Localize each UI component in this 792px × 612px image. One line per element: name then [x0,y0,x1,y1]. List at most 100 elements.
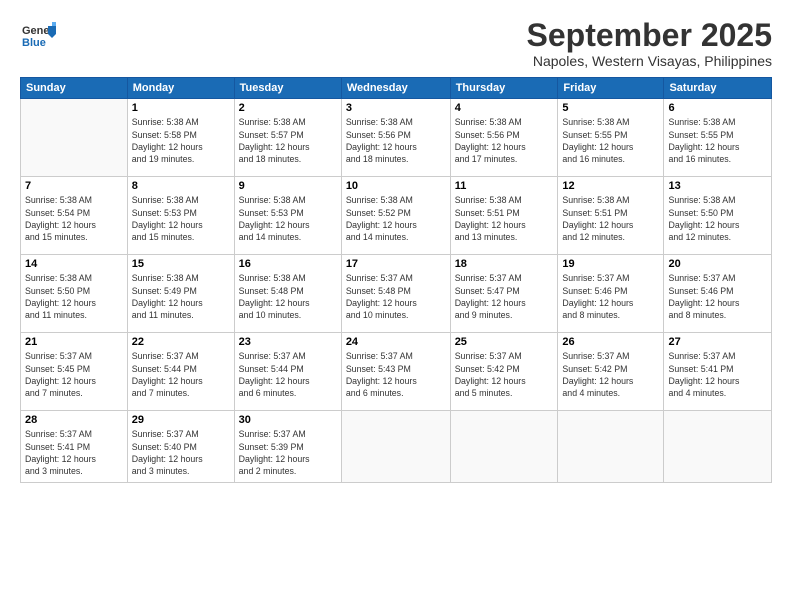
day-number: 26 [562,336,659,348]
day-info: Sunrise: 5:38 AM Sunset: 5:53 PM Dayligh… [132,194,230,243]
day-info: Sunrise: 5:38 AM Sunset: 5:50 PM Dayligh… [25,272,123,321]
day-cell [450,411,558,483]
day-number: 15 [132,258,230,270]
week-row-1: 1Sunrise: 5:38 AM Sunset: 5:58 PM Daylig… [21,99,772,177]
day-number: 18 [455,258,554,270]
day-cell: 15 Sunrise: 5:38 AM Sunset: 5:49 PM Dayli… [127,255,234,333]
day-cell: 17 Sunrise: 5:37 AM Sunset: 5:48 PM Dayli… [341,255,450,333]
day-number: 30 [239,414,337,426]
col-monday: Monday [127,78,234,99]
day-number: 5 [562,102,659,114]
day-cell: 30 Sunrise: 5:37 AM Sunset: 5:39 PM Dayli… [234,411,341,483]
week-row-5: 28 Sunrise: 5:37 AM Sunset: 5:41 PM Dayli… [21,411,772,483]
day-info: Sunrise: 5:38 AM Sunset: 5:53 PM Dayligh… [239,194,337,243]
day-cell: 21 Sunrise: 5:37 AM Sunset: 5:45 PM Dayli… [21,333,128,411]
day-cell: 8Sunrise: 5:38 AM Sunset: 5:53 PM Daylig… [127,177,234,255]
day-info: Sunrise: 5:37 AM Sunset: 5:40 PM Dayligh… [132,428,230,477]
day-cell: 5 Sunrise: 5:38 AM Sunset: 5:55 PM Daylig… [558,99,664,177]
day-info: Sunrise: 5:38 AM Sunset: 5:55 PM Dayligh… [562,116,659,165]
day-info: Sunrise: 5:37 AM Sunset: 5:45 PM Dayligh… [25,350,123,399]
logo-icon: General Blue [20,18,56,54]
title-block: September 2025 Napoles, Western Visayas,… [527,18,772,69]
header-row: Sunday Monday Tuesday Wednesday Thursday… [21,78,772,99]
day-info: Sunrise: 5:37 AM Sunset: 5:39 PM Dayligh… [239,428,337,477]
day-number: 12 [562,180,659,192]
day-number: 27 [668,336,767,348]
day-cell: 26Sunrise: 5:37 AM Sunset: 5:42 PM Dayli… [558,333,664,411]
day-info: Sunrise: 5:37 AM Sunset: 5:46 PM Dayligh… [668,272,767,321]
day-number: 13 [668,180,767,192]
day-cell: 4 Sunrise: 5:38 AM Sunset: 5:56 PM Daylig… [450,99,558,177]
day-number: 28 [25,414,123,426]
day-info: Sunrise: 5:37 AM Sunset: 5:46 PM Dayligh… [562,272,659,321]
day-cell: 28 Sunrise: 5:37 AM Sunset: 5:41 PM Dayli… [21,411,128,483]
day-number: 17 [346,258,446,270]
day-cell: 25 Sunrise: 5:37 AM Sunset: 5:42 PM Dayli… [450,333,558,411]
day-cell [558,411,664,483]
subtitle: Napoles, Western Visayas, Philippines [527,53,772,69]
header: General Blue September 2025 Napoles, Wes… [20,18,772,69]
day-number: 11 [455,180,554,192]
day-cell: 14 Sunrise: 5:38 AM Sunset: 5:50 PM Dayli… [21,255,128,333]
day-cell [664,411,772,483]
day-info: Sunrise: 5:37 AM Sunset: 5:41 PM Dayligh… [668,350,767,399]
day-info: Sunrise: 5:37 AM Sunset: 5:44 PM Dayligh… [239,350,337,399]
day-number: 22 [132,336,230,348]
day-cell: 22Sunrise: 5:37 AM Sunset: 5:44 PM Dayli… [127,333,234,411]
day-number: 23 [239,336,337,348]
day-info: Sunrise: 5:38 AM Sunset: 5:51 PM Dayligh… [455,194,554,243]
day-cell: 6Sunrise: 5:38 AM Sunset: 5:55 PM Daylig… [664,99,772,177]
day-info: Sunrise: 5:37 AM Sunset: 5:41 PM Dayligh… [25,428,123,477]
day-info: Sunrise: 5:37 AM Sunset: 5:48 PM Dayligh… [346,272,446,321]
day-cell: 16Sunrise: 5:38 AM Sunset: 5:48 PM Dayli… [234,255,341,333]
day-number: 20 [668,258,767,270]
col-sunday: Sunday [21,78,128,99]
day-number: 7 [25,180,123,192]
day-number: 29 [132,414,230,426]
day-number: 25 [455,336,554,348]
day-cell: 2Sunrise: 5:38 AM Sunset: 5:57 PM Daylig… [234,99,341,177]
day-cell: 18Sunrise: 5:37 AM Sunset: 5:47 PM Dayli… [450,255,558,333]
svg-text:Blue: Blue [22,37,46,49]
day-cell [21,99,128,177]
col-tuesday: Tuesday [234,78,341,99]
day-cell: 9Sunrise: 5:38 AM Sunset: 5:53 PM Daylig… [234,177,341,255]
day-number: 21 [25,336,123,348]
day-cell: 3Sunrise: 5:38 AM Sunset: 5:56 PM Daylig… [341,99,450,177]
col-saturday: Saturday [664,78,772,99]
day-number: 14 [25,258,123,270]
day-cell: 10Sunrise: 5:38 AM Sunset: 5:52 PM Dayli… [341,177,450,255]
day-number: 6 [668,102,767,114]
day-info: Sunrise: 5:38 AM Sunset: 5:57 PM Dayligh… [239,116,337,165]
page: General Blue September 2025 Napoles, Wes… [0,0,792,612]
col-friday: Friday [558,78,664,99]
week-row-4: 21 Sunrise: 5:37 AM Sunset: 5:45 PM Dayli… [21,333,772,411]
day-info: Sunrise: 5:37 AM Sunset: 5:43 PM Dayligh… [346,350,446,399]
day-cell: 19 Sunrise: 5:37 AM Sunset: 5:46 PM Dayli… [558,255,664,333]
day-cell: 11 Sunrise: 5:38 AM Sunset: 5:51 PM Dayli… [450,177,558,255]
day-cell: 13 Sunrise: 5:38 AM Sunset: 5:50 PM Dayli… [664,177,772,255]
day-info: Sunrise: 5:38 AM Sunset: 5:51 PM Dayligh… [562,194,659,243]
day-number: 1 [132,102,230,114]
day-number: 4 [455,102,554,114]
day-info: Sunrise: 5:38 AM Sunset: 5:49 PM Dayligh… [132,272,230,321]
day-info: Sunrise: 5:37 AM Sunset: 5:42 PM Dayligh… [455,350,554,399]
week-row-2: 7 Sunrise: 5:38 AM Sunset: 5:54 PM Daylig… [21,177,772,255]
week-row-3: 14 Sunrise: 5:38 AM Sunset: 5:50 PM Dayli… [21,255,772,333]
day-cell: 27 Sunrise: 5:37 AM Sunset: 5:41 PM Dayli… [664,333,772,411]
col-wednesday: Wednesday [341,78,450,99]
day-info: Sunrise: 5:38 AM Sunset: 5:56 PM Dayligh… [346,116,446,165]
day-cell: 1Sunrise: 5:38 AM Sunset: 5:58 PM Daylig… [127,99,234,177]
day-number: 24 [346,336,446,348]
day-cell: 23 Sunrise: 5:37 AM Sunset: 5:44 PM Dayli… [234,333,341,411]
day-info: Sunrise: 5:38 AM Sunset: 5:52 PM Dayligh… [346,194,446,243]
day-cell [341,411,450,483]
day-cell: 24 Sunrise: 5:37 AM Sunset: 5:43 PM Dayli… [341,333,450,411]
logo: General Blue [20,18,60,59]
day-info: Sunrise: 5:38 AM Sunset: 5:50 PM Dayligh… [668,194,767,243]
day-info: Sunrise: 5:38 AM Sunset: 5:54 PM Dayligh… [25,194,123,243]
month-title: September 2025 [527,18,772,53]
day-cell: 7 Sunrise: 5:38 AM Sunset: 5:54 PM Daylig… [21,177,128,255]
day-number: 19 [562,258,659,270]
day-info: Sunrise: 5:38 AM Sunset: 5:56 PM Dayligh… [455,116,554,165]
